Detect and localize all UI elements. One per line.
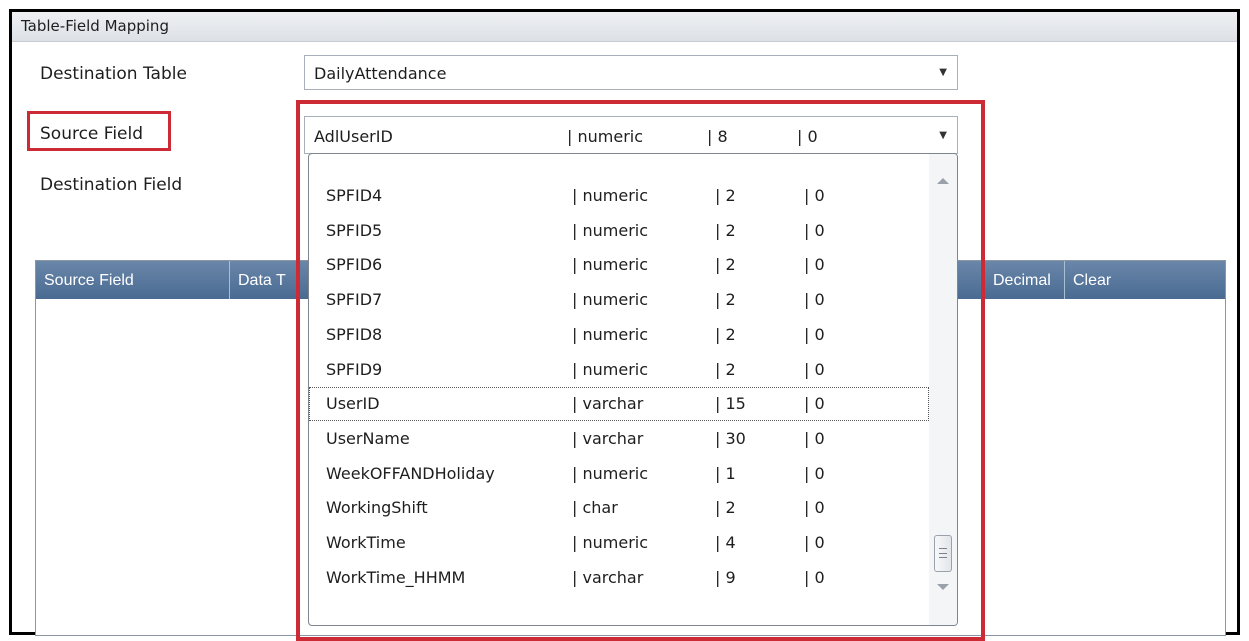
group-title: Table-Field Mapping bbox=[12, 12, 1237, 42]
item-length: | 2 bbox=[715, 290, 736, 310]
item-decimal: | 0 bbox=[804, 220, 825, 240]
source-field-name: AdlUserID bbox=[314, 127, 393, 146]
dropdown-item[interactable]: SPFID8 | numeric | 2 | 0 bbox=[309, 318, 929, 352]
item-type: | numeric bbox=[572, 186, 649, 205]
item-decimal: | 0 bbox=[804, 324, 825, 344]
item-name: SPFID9 bbox=[326, 359, 383, 379]
item-type: | numeric bbox=[572, 255, 649, 275]
source-field-dropdown[interactable]: AdlUserID | numeric | 8 | 0 ▼ bbox=[304, 116, 958, 154]
item-decimal: | 0 bbox=[804, 567, 825, 587]
dropdown-scrollbar[interactable] bbox=[929, 154, 957, 625]
scroll-up-icon[interactable] bbox=[937, 178, 949, 184]
dropdown-item[interactable]: SPFID4 | numeric | 2 | 0 bbox=[309, 179, 929, 213]
item-length: | 30 bbox=[715, 428, 746, 448]
item-type: | varchar bbox=[572, 567, 644, 587]
item-decimal: | 0 bbox=[804, 255, 825, 275]
chevron-down-icon[interactable]: ▼ bbox=[939, 56, 947, 89]
source-field-dropdown-list[interactable]: SPFID4 | numeric | 2 | 0 SPFID5 | numeric | 2 |… bbox=[308, 153, 958, 626]
item-name: WorkTime_HHMM bbox=[326, 567, 466, 587]
grip-icon bbox=[939, 548, 947, 558]
item-name: UserName bbox=[326, 428, 410, 448]
item-length: | 1 bbox=[715, 463, 736, 483]
item-length: | 2 bbox=[715, 359, 736, 379]
item-type: | char bbox=[572, 498, 618, 518]
item-type: | varchar bbox=[572, 394, 644, 414]
item-length: | 9 bbox=[715, 567, 736, 587]
item-decimal: | 0 bbox=[804, 533, 825, 552]
column-header-clear[interactable]: Clear bbox=[1065, 261, 1227, 299]
item-decimal: | 0 bbox=[804, 498, 825, 518]
item-name: SPFID6 bbox=[326, 255, 383, 275]
item-decimal: | 0 bbox=[804, 186, 825, 205]
item-length: | 2 bbox=[715, 255, 736, 275]
item-decimal: | 0 bbox=[804, 290, 825, 310]
dropdown-item[interactable]: SPFID7 | numeric | 2 | 0 bbox=[309, 283, 929, 317]
table-field-mapping-window: Table-Field Mapping Destination Table So… bbox=[9, 9, 1240, 641]
item-type: | numeric bbox=[572, 324, 649, 344]
source-field-label-highlight bbox=[27, 111, 171, 151]
item-length: | 15 bbox=[715, 394, 746, 414]
item-length: | 2 bbox=[715, 186, 736, 205]
dropdown-item[interactable]: SPFID5 | numeric | 2 | 0 bbox=[309, 214, 929, 248]
destination-table-value: DailyAttendance bbox=[314, 64, 447, 83]
column-header-decimal[interactable]: Decimal bbox=[985, 261, 1065, 299]
dropdown-item[interactable]: WorkTime_HHMM | varchar | 9 | 0 bbox=[309, 561, 929, 595]
column-header-source-field[interactable]: Source Field bbox=[36, 261, 230, 299]
item-length: | 2 bbox=[715, 220, 736, 240]
destination-table-label: Destination Table bbox=[40, 64, 187, 84]
item-length: | 4 bbox=[715, 533, 736, 552]
item-length: | 2 bbox=[715, 498, 736, 518]
item-name: SPFID8 bbox=[326, 324, 383, 344]
dropdown-item[interactable]: SPFID6 | numeric | 2 | 0 bbox=[309, 248, 929, 282]
item-type: | numeric bbox=[572, 220, 649, 240]
item-type: | varchar bbox=[572, 428, 644, 448]
dropdown-item[interactable]: WorkTime | numeric | 4 | 0 bbox=[309, 526, 929, 560]
item-name: WeekOFFANDHoliday bbox=[326, 463, 495, 483]
item-decimal: | 0 bbox=[804, 428, 825, 448]
item-decimal: | 0 bbox=[804, 463, 825, 483]
item-name: WorkingShift bbox=[326, 498, 428, 518]
source-field-length: | 8 bbox=[707, 127, 728, 146]
dropdown-item[interactable]: UserName | varchar | 30 | 0 bbox=[309, 422, 929, 456]
chevron-down-icon[interactable]: ▼ bbox=[939, 117, 947, 153]
item-length: | 2 bbox=[715, 324, 736, 344]
item-name: SPFID4 bbox=[326, 186, 383, 205]
item-name: SPFID5 bbox=[326, 220, 383, 240]
dropdown-item[interactable]: WorkingShift | char | 2 | 0 bbox=[309, 491, 929, 525]
destination-field-label: Destination Field bbox=[40, 175, 183, 195]
dropdown-item[interactable]: UserID | varchar | 15 | 0 bbox=[309, 387, 929, 422]
dropdown-item[interactable]: WeekOFFANDHoliday | numeric | 1 | 0 bbox=[309, 457, 929, 491]
item-decimal: | 0 bbox=[804, 359, 825, 379]
item-name: UserID bbox=[326, 394, 380, 414]
destination-table-dropdown[interactable]: DailyAttendance ▼ bbox=[304, 55, 958, 90]
dropdown-item[interactable]: SPFID9 | numeric | 2 | 0 bbox=[309, 353, 929, 387]
item-name: SPFID7 bbox=[326, 290, 383, 310]
item-type: | numeric bbox=[572, 359, 649, 379]
source-field-decimal: | 0 bbox=[797, 127, 818, 146]
source-field-type: | numeric bbox=[567, 127, 644, 146]
item-type: | numeric bbox=[572, 463, 649, 483]
item-name: WorkTime bbox=[326, 533, 406, 552]
scroll-thumb[interactable] bbox=[934, 535, 952, 572]
scroll-down-icon[interactable] bbox=[937, 584, 949, 590]
item-type: | numeric bbox=[572, 533, 649, 552]
item-type: | numeric bbox=[572, 290, 649, 310]
item-decimal: | 0 bbox=[804, 394, 825, 414]
